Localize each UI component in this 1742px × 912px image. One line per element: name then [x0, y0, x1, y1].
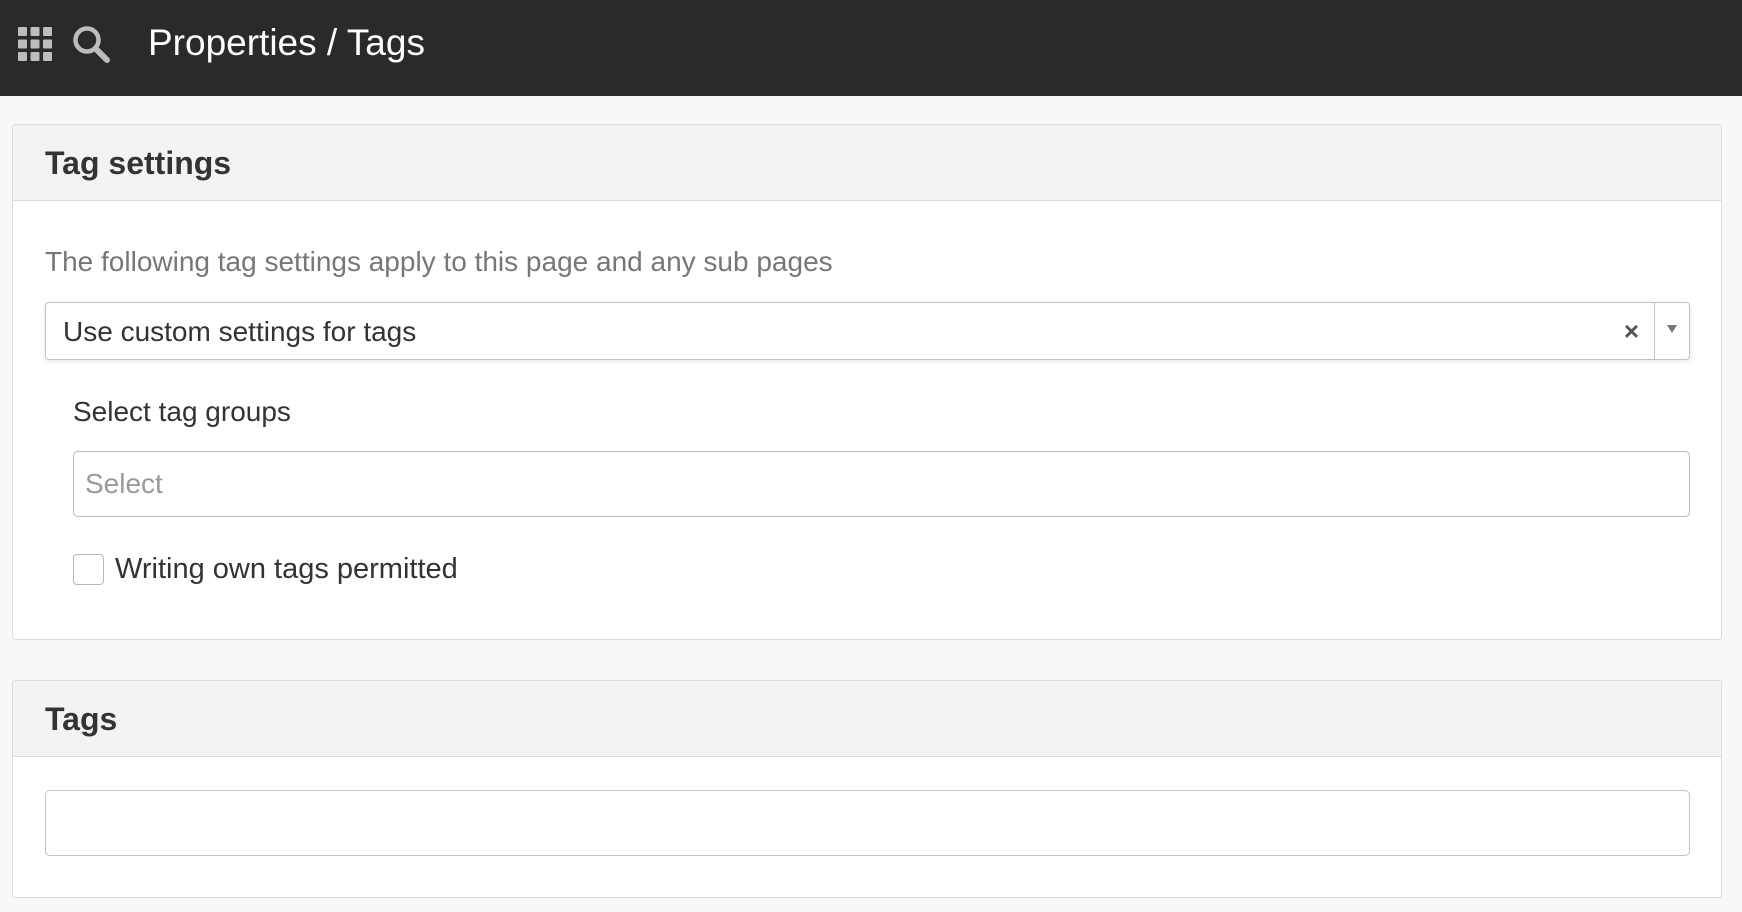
tag-mode-selected-value: Use custom settings for tags: [63, 316, 417, 347]
tags-input[interactable]: [45, 790, 1690, 856]
tag-groups-label: Select tag groups: [73, 396, 291, 427]
tags-title: Tags: [45, 701, 118, 737]
own-tags-checkbox[interactable]: [73, 553, 104, 585]
own-tags-checkbox-row[interactable]: Writing own tags permitted: [73, 552, 458, 586]
own-tags-checkbox-label[interactable]: Writing own tags permitted: [115, 552, 458, 586]
search-icon[interactable]: [72, 25, 110, 63]
tag-settings-title: Tag settings: [45, 145, 232, 181]
tag-settings-description: The following tag settings apply to this…: [45, 246, 833, 277]
tag-settings-header: Tag settings: [13, 125, 1721, 201]
tags-panel: Tags: [12, 680, 1722, 898]
select-divider: [1654, 303, 1655, 359]
page-title: Properties / Tags: [148, 22, 425, 63]
tag-mode-select[interactable]: Use custom settings for tags ×: [45, 302, 1690, 360]
caret-down-icon[interactable]: [1662, 319, 1682, 339]
top-bar: Properties / Tags: [0, 0, 1742, 96]
tags-header: Tags: [13, 681, 1721, 757]
grid-apps-icon[interactable]: [18, 27, 52, 61]
tag-groups-select-input[interactable]: [73, 451, 1690, 517]
clear-icon[interactable]: ×: [1624, 315, 1639, 347]
tag-settings-panel: Tag settings The following tag settings …: [12, 124, 1722, 640]
